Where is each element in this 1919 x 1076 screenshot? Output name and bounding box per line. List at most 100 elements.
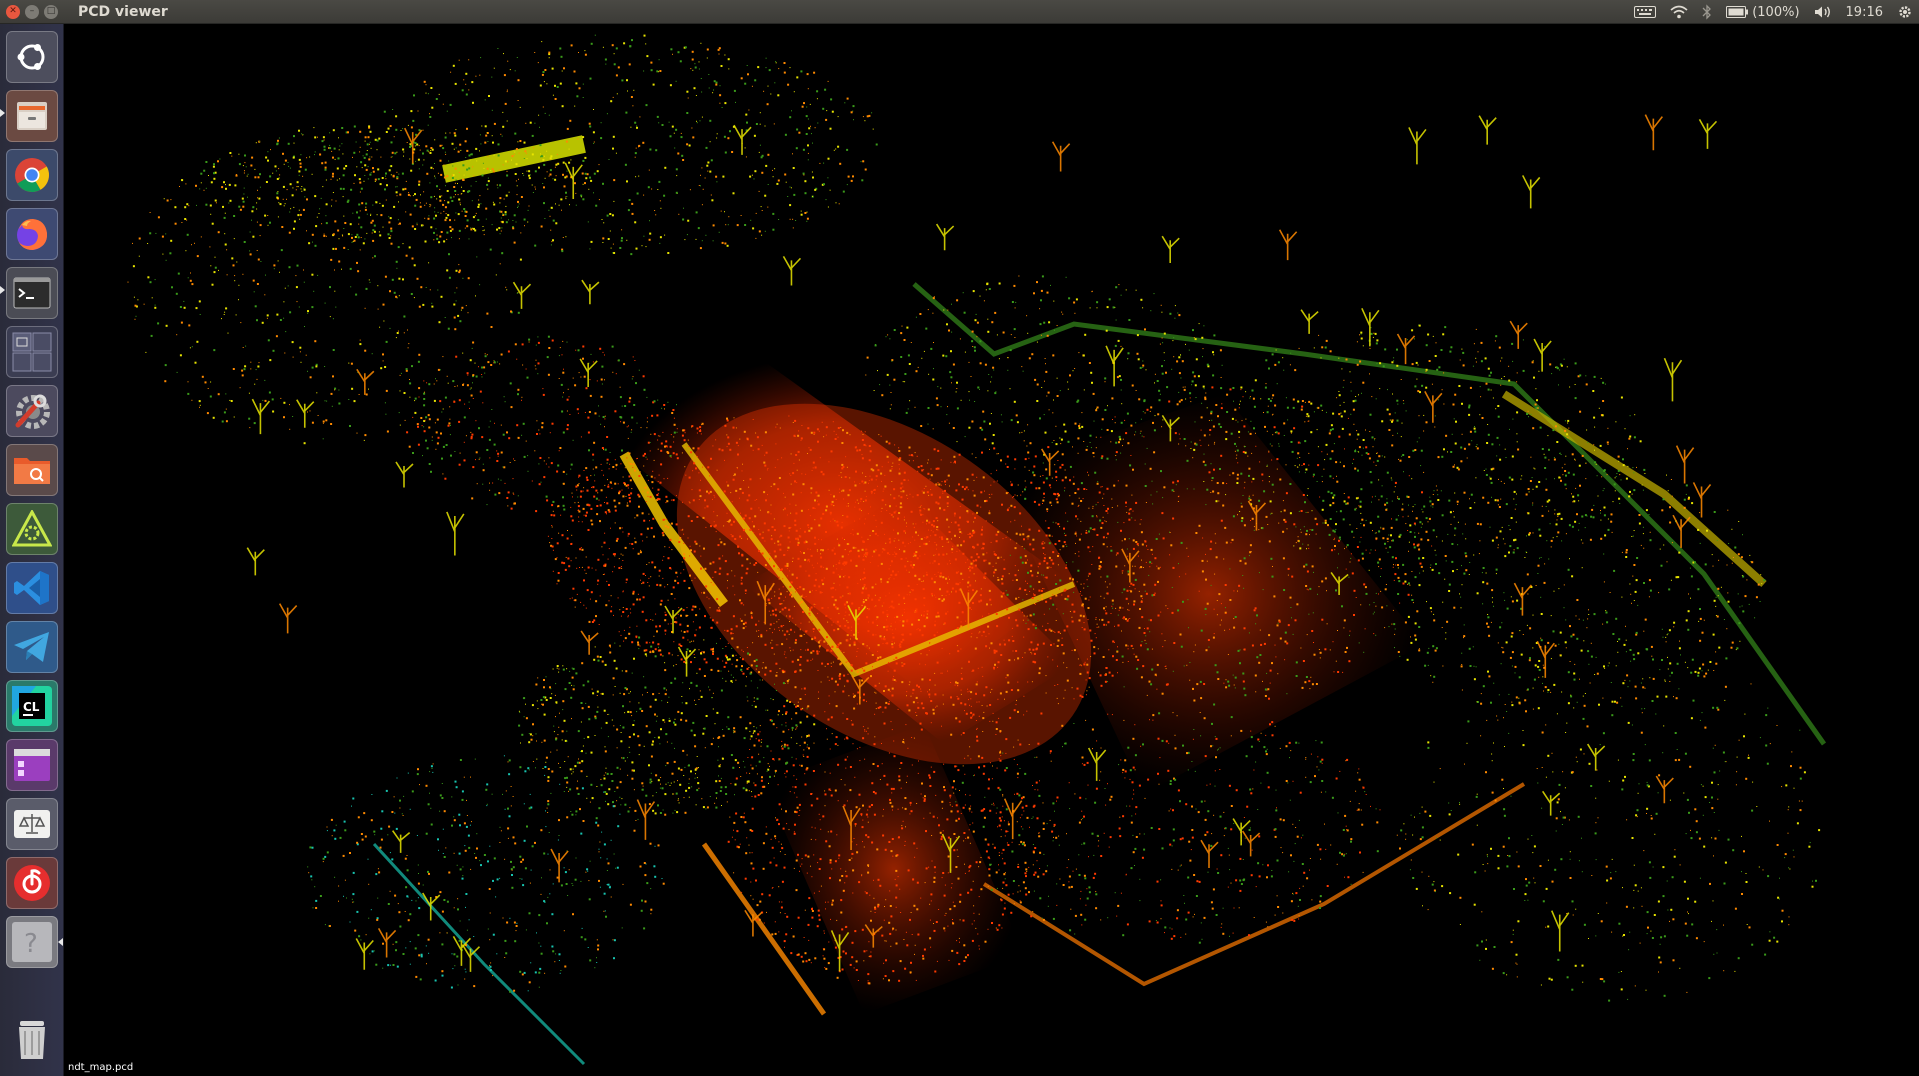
point [275, 335, 278, 338]
point [901, 614, 903, 616]
point [695, 542, 698, 545]
point [957, 524, 960, 527]
point [161, 235, 164, 238]
point [945, 577, 948, 580]
point [1085, 530, 1087, 532]
point [560, 55, 563, 58]
point [439, 195, 441, 198]
launcher-item-firefox[interactable] [6, 208, 58, 260]
point [841, 463, 844, 466]
launcher-item-file-manager[interactable] [6, 444, 58, 496]
point [483, 167, 485, 169]
minimize-window-button[interactable]: – [25, 4, 39, 19]
clock[interactable]: 19:16 [1846, 5, 1883, 20]
point [359, 151, 361, 153]
point [758, 630, 760, 631]
point [797, 539, 799, 541]
point [1102, 516, 1104, 518]
point [926, 536, 929, 539]
point [566, 196, 568, 197]
point [576, 593, 578, 595]
point [498, 227, 501, 230]
point [646, 527, 649, 530]
point [265, 181, 268, 183]
point [997, 577, 999, 578]
point-cloud-viewport[interactable] [64, 24, 1919, 1076]
point [773, 123, 775, 125]
point [335, 247, 337, 250]
launcher-item-terminal[interactable] [6, 267, 58, 319]
point [967, 586, 969, 588]
point [351, 236, 353, 239]
point [232, 368, 235, 370]
point [1390, 526, 1393, 529]
point [1200, 629, 1203, 632]
point [893, 669, 896, 672]
point [683, 207, 684, 209]
point [386, 184, 388, 187]
point [245, 166, 247, 168]
point [672, 53, 673, 55]
point-cloud-map[interactable] [64, 24, 1919, 1076]
point [1418, 548, 1421, 551]
launcher-item-chrome[interactable] [6, 149, 58, 201]
point [891, 481, 893, 482]
wifi-indicator[interactable] [1670, 5, 1688, 19]
point [468, 167, 471, 170]
launcher-item-vscode[interactable] [6, 562, 58, 614]
point [465, 72, 468, 75]
launcher-item-ubuntu-dash[interactable] [6, 31, 58, 83]
point [970, 562, 973, 565]
launcher-item-help[interactable]: ? [6, 916, 58, 968]
launcher-item-workspace-switcher[interactable] [6, 326, 58, 378]
point [890, 623, 892, 625]
launcher-item-app-purple[interactable] [6, 739, 58, 791]
launcher-item-app-triangle[interactable] [6, 503, 58, 555]
point [937, 615, 940, 618]
point [1118, 435, 1121, 438]
point [857, 623, 859, 625]
point [801, 473, 803, 475]
point [365, 393, 368, 396]
bluetooth-indicator[interactable] [1702, 4, 1712, 20]
point [1000, 591, 1002, 593]
point [431, 148, 434, 151]
point [259, 141, 261, 142]
point [604, 573, 605, 575]
point [802, 148, 805, 151]
point [543, 202, 545, 205]
point [520, 232, 522, 234]
launcher-item-netease-music[interactable] [6, 857, 58, 909]
point [314, 244, 317, 247]
close-window-button[interactable]: ✕ [6, 4, 20, 19]
launcher-item-app-scale[interactable] [6, 798, 58, 850]
point [1182, 386, 1184, 388]
launcher-item-files[interactable] [6, 90, 58, 142]
launcher-item-clion[interactable]: CL [6, 680, 58, 732]
point [764, 673, 767, 676]
point [807, 88, 809, 90]
point [993, 553, 996, 556]
launcher-item-system-settings[interactable] [6, 385, 58, 437]
point [816, 549, 818, 551]
launcher-item-trash[interactable] [6, 1014, 58, 1066]
point [1024, 589, 1027, 591]
launcher-item-telegram[interactable] [6, 621, 58, 673]
point [295, 275, 297, 277]
point [565, 556, 567, 558]
keyboard-indicator[interactable] [1634, 6, 1657, 18]
point [1071, 603, 1074, 606]
point [565, 198, 567, 200]
point [664, 546, 666, 548]
maximize-window-button[interactable]: □ [44, 4, 58, 19]
point [1140, 430, 1142, 432]
battery-indicator[interactable]: (100%) [1726, 5, 1800, 20]
point [1135, 655, 1138, 658]
point [722, 175, 725, 178]
point [200, 182, 202, 184]
session-menu[interactable] [1897, 4, 1913, 20]
point [690, 661, 692, 664]
volume-indicator[interactable] [1814, 5, 1832, 19]
point [1148, 680, 1151, 683]
point [1023, 636, 1025, 638]
